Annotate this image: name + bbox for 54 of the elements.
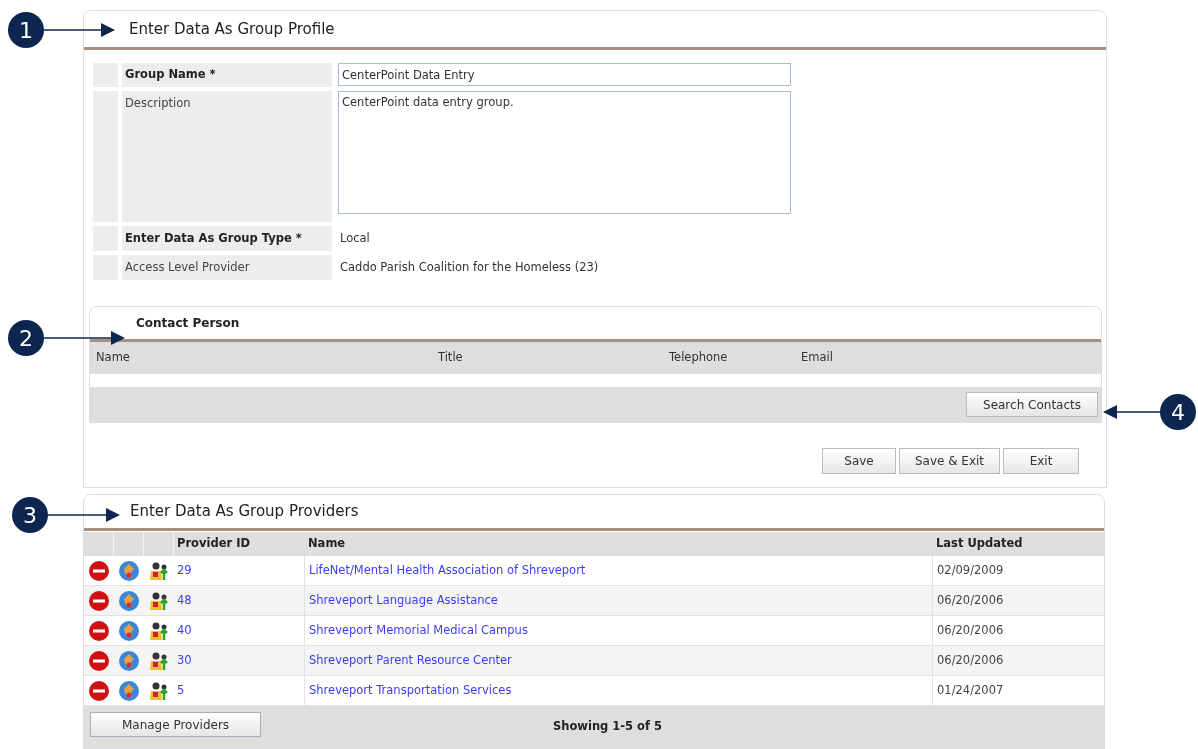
column-header: Last Updated bbox=[935, 535, 1023, 553]
field-label: Description bbox=[125, 96, 191, 110]
provider-name-link[interactable]: Shreveport Transportation Services bbox=[309, 681, 512, 700]
delete-icon[interactable] bbox=[88, 589, 110, 612]
provider-name-link[interactable]: Shreveport Memorial Medical Campus bbox=[309, 621, 528, 640]
column-header: Provider ID bbox=[176, 535, 251, 553]
callout-badge: 1 bbox=[8, 12, 44, 48]
field-value: Local bbox=[339, 229, 370, 247]
provider-id-link[interactable]: 48 bbox=[177, 591, 192, 610]
table-cell-text: 01/24/2007 bbox=[937, 681, 1004, 699]
table-cell-text: 06/20/2006 bbox=[937, 651, 1004, 669]
globe-icon[interactable] bbox=[118, 619, 140, 642]
column-header: Name bbox=[95, 349, 131, 367]
provider-id-link[interactable]: 29 bbox=[177, 561, 192, 580]
callout-badge: 4 bbox=[1160, 394, 1196, 430]
field-label: Group Name * bbox=[125, 66, 216, 84]
provider-id-link[interactable]: 40 bbox=[177, 621, 192, 640]
provider-name-link[interactable]: Shreveport Language Assistance bbox=[309, 591, 498, 610]
provider-id-link[interactable]: 5 bbox=[177, 681, 185, 700]
text-area[interactable]: CenterPoint data entry group. bbox=[338, 91, 791, 214]
column-header: Title bbox=[437, 349, 464, 367]
provider-name-link[interactable]: Shreveport Parent Resource Center bbox=[309, 651, 512, 670]
delete-icon[interactable] bbox=[88, 559, 110, 582]
column-header: Email bbox=[800, 349, 833, 367]
action-button[interactable]: Exit bbox=[1003, 448, 1079, 474]
callout-arrow bbox=[1103, 405, 1162, 419]
table-cell-text: 06/20/2006 bbox=[937, 621, 1004, 639]
panel-title: Contact Person bbox=[136, 315, 240, 332]
column-header: Name bbox=[307, 535, 347, 553]
action-button[interactable]: Save bbox=[822, 448, 896, 474]
table-cell-text: 06/20/2006 bbox=[937, 591, 1004, 609]
delete-icon[interactable] bbox=[88, 619, 110, 642]
column-header: Telephone bbox=[668, 349, 729, 367]
globe-icon[interactable] bbox=[118, 559, 140, 582]
panel-title: Enter Data As Group Profile bbox=[129, 18, 335, 40]
action-button[interactable]: Save & Exit bbox=[899, 448, 1000, 474]
panel-title: Enter Data As Group Providers bbox=[130, 501, 359, 523]
field-value: Caddo Parish Coalition for the Homeless (23) bbox=[339, 258, 599, 276]
table-cell-text: 02/09/2009 bbox=[937, 561, 1004, 579]
text-input[interactable]: CenterPoint Data Entry bbox=[338, 63, 791, 86]
pagination-text: Showing 1-5 of 5 bbox=[552, 718, 663, 735]
callout-badge: 3 bbox=[12, 497, 48, 533]
provider-name-link[interactable]: LifeNet/Mental Health Association of Shreveport bbox=[309, 561, 586, 580]
delete-icon[interactable] bbox=[88, 679, 110, 702]
field-label: Access Level Provider bbox=[125, 258, 250, 276]
globe-icon[interactable] bbox=[118, 649, 140, 672]
callout-badge: 2 bbox=[8, 320, 44, 356]
field-label: Enter Data As Group Type * bbox=[125, 229, 302, 247]
globe-icon[interactable] bbox=[118, 589, 140, 612]
provider-id-link[interactable]: 30 bbox=[177, 651, 192, 670]
globe-icon[interactable] bbox=[118, 679, 140, 702]
delete-icon[interactable] bbox=[88, 649, 110, 672]
manage-providers-button[interactable]: Manage Providers bbox=[90, 712, 261, 737]
search-contacts-button[interactable]: Search Contacts bbox=[966, 392, 1098, 417]
